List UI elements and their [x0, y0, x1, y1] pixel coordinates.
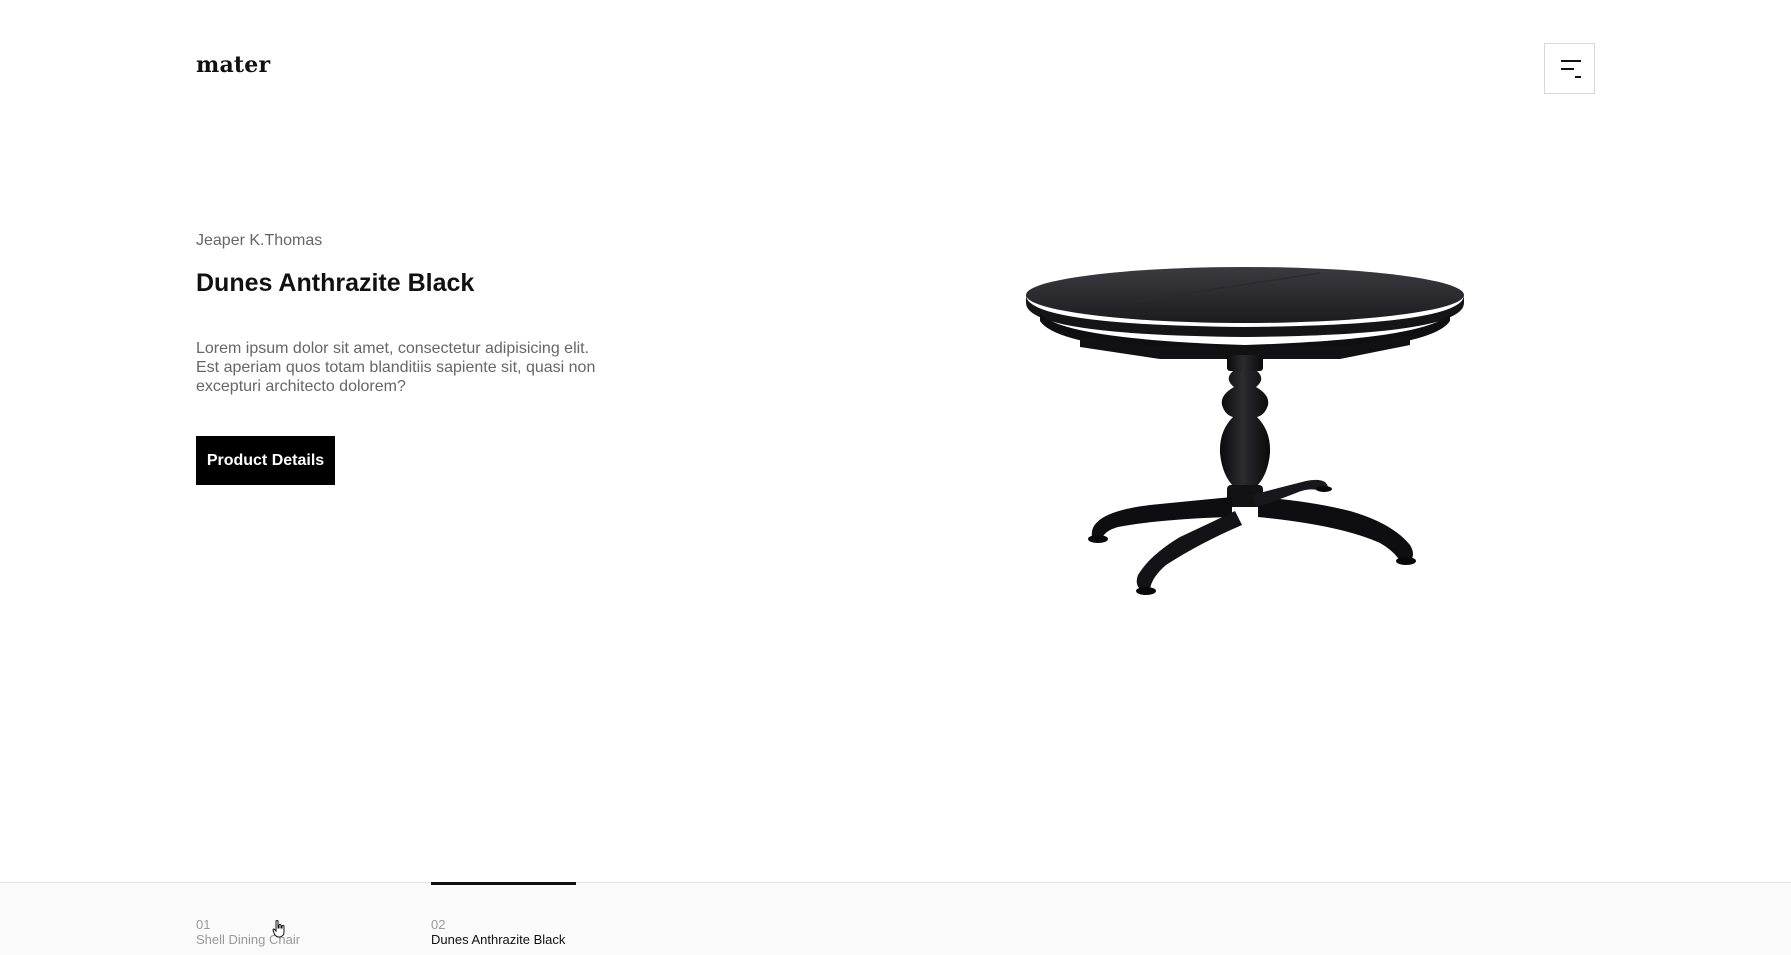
- slide-label: Dunes Anthrazite Black: [431, 932, 566, 947]
- product-details-button[interactable]: Product Details: [196, 436, 335, 485]
- menu-line-bottom: [1575, 76, 1581, 78]
- slide-tab-02[interactable]: 02 Dunes Anthrazite Black: [431, 882, 591, 955]
- menu-line-top: [1561, 60, 1581, 62]
- slide-label: Shell Dining Chair: [196, 932, 301, 947]
- menu-button[interactable]: [1544, 43, 1595, 94]
- slide-number: 02: [431, 917, 446, 932]
- page: mater Jeaper K.Thomas Dunes Anthrazite B…: [0, 0, 1791, 955]
- product-author: Jeaper K.Thomas: [196, 232, 323, 249]
- menu-line-middle: [1561, 68, 1574, 70]
- product-description: Lorem ipsum dolor sit amet, consectetur …: [196, 340, 596, 395]
- slide-tab-01[interactable]: 01 Shell Dining Chair: [196, 883, 356, 955]
- product-title: Dunes Anthrazite Black: [196, 269, 475, 297]
- slide-number: 01: [196, 917, 211, 932]
- active-indicator: [431, 882, 576, 885]
- slide-navigation: 01 Shell Dining Chair 02 Dunes Anthrazit…: [0, 882, 1791, 955]
- logo[interactable]: mater: [196, 52, 270, 78]
- product-image: [1026, 267, 1464, 595]
